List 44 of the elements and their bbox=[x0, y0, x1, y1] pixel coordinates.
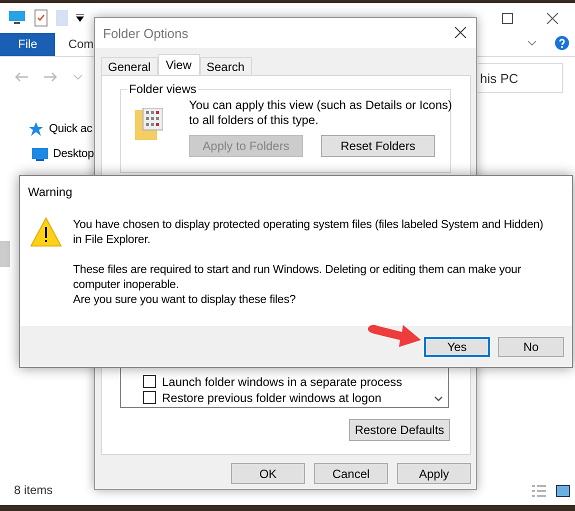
checkbox[interactable] bbox=[143, 391, 156, 404]
star-icon bbox=[28, 121, 44, 137]
message-text: You have chosen to display protected operating system files (files labeled System and Hidden) in File Explorer. bbox=[73, 216, 544, 247]
dialog-title: Folder Options bbox=[103, 26, 188, 40]
nav-item[interactable]: Quick ac bbox=[28, 121, 92, 137]
dialog-title: Warning bbox=[27, 184, 74, 201]
status-text: 8 items bbox=[14, 483, 53, 497]
nav-item[interactable]: Desktop bbox=[32, 147, 94, 161]
address-field[interactable]: his PC bbox=[478, 63, 563, 93]
tab[interactable]: Search bbox=[200, 57, 252, 75]
help-icon[interactable] bbox=[555, 36, 569, 50]
dialog-button[interactable]: Cancel bbox=[314, 463, 388, 484]
thumbnail-view-icon[interactable] bbox=[556, 485, 570, 497]
tab[interactable]: General bbox=[101, 57, 158, 75]
message-text: These files are required to start and run Windows. Deleting or editing them can make your computer inoperable. bbox=[73, 262, 522, 292]
details-view-icon[interactable] bbox=[532, 485, 546, 497]
no-button[interactable]: No bbox=[498, 336, 564, 357]
desktop-icon bbox=[32, 147, 48, 161]
dialog-button[interactable]: Apply bbox=[397, 463, 471, 484]
close-icon[interactable] bbox=[547, 13, 558, 24]
tab[interactable]: View bbox=[158, 54, 200, 75]
chevron-icon[interactable] bbox=[528, 41, 536, 46]
reset-button[interactable]: Reset Folders bbox=[321, 135, 435, 157]
scroll-down-icon[interactable] bbox=[434, 396, 443, 402]
yes-button[interactable]: Yes bbox=[424, 336, 490, 357]
computer-icon[interactable] bbox=[8, 10, 26, 26]
message-text: Are you sure you want to display these files? bbox=[73, 292, 297, 307]
setting-label: Restore previous folder windows at logon bbox=[162, 390, 382, 404]
ribbon-tab[interactable]: File bbox=[0, 33, 56, 56]
description-text: You can apply this view (such as Details or Icons) to all folders of this type. bbox=[189, 98, 454, 128]
close-icon[interactable] bbox=[455, 27, 466, 38]
checkbox[interactable] bbox=[143, 375, 156, 388]
maximize-icon[interactable] bbox=[502, 13, 513, 24]
dialog-button[interactable]: OK bbox=[231, 463, 305, 484]
group-title: Folder views bbox=[127, 82, 198, 96]
dropdown-icon[interactable] bbox=[76, 14, 84, 22]
properties-icon[interactable] bbox=[34, 9, 48, 27]
setting-label: Launch folder windows in a separate process bbox=[162, 374, 402, 388]
ribbon-tab[interactable]: Com bbox=[55, 33, 94, 56]
restore-defaults-button[interactable]: Restore Defaults bbox=[349, 419, 450, 441]
selection-highlight bbox=[0, 241, 10, 267]
warning-icon bbox=[30, 216, 62, 247]
arrow-icon bbox=[366, 322, 422, 348]
folder-icon bbox=[135, 108, 163, 140]
